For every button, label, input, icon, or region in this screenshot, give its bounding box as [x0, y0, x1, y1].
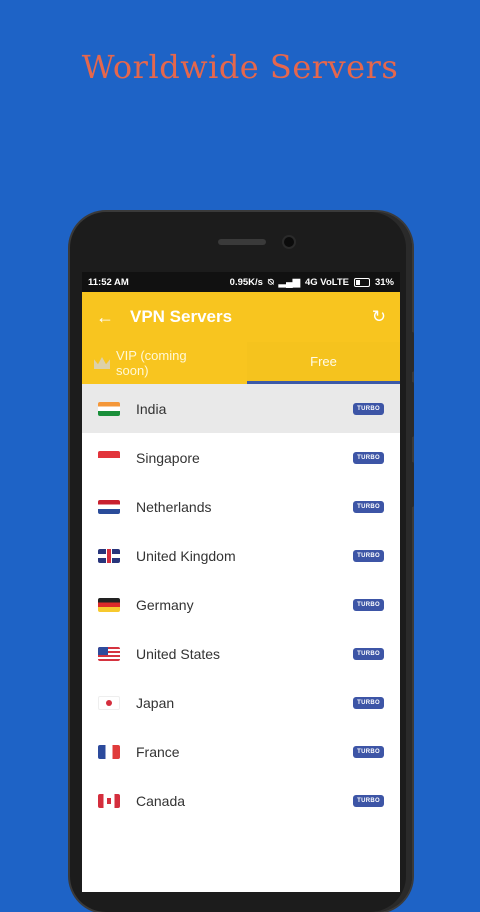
server-list: India TURBO Singapore TURBO Netherlands … — [82, 384, 400, 825]
power-button — [410, 462, 414, 507]
server-row-france[interactable]: France TURBO — [82, 727, 400, 776]
server-name: Germany — [136, 596, 194, 613]
server-tabs: VIP (coming soon) Free — [82, 342, 400, 384]
network-speed: 0.95K/s — [229, 276, 263, 288]
server-row-canada[interactable]: Canada TURBO — [82, 776, 400, 825]
server-name: Singapore — [136, 449, 200, 466]
turbo-badge: TURBO — [353, 696, 384, 709]
app-bar: ← VPN Servers ↻ — [82, 292, 400, 342]
germany-flag-icon — [98, 597, 120, 612]
server-name: United States — [136, 645, 221, 662]
tab-free-label: Free — [310, 354, 337, 369]
server-name: United Kingdom — [136, 547, 236, 564]
turbo-badge: TURBO — [353, 745, 384, 758]
server-name: France — [136, 743, 180, 760]
server-row-india[interactable]: India TURBO — [82, 384, 400, 433]
canada-flag-icon — [98, 793, 120, 808]
silent-icon: ⍉ — [267, 276, 274, 288]
page-title: VPN Servers — [130, 307, 233, 326]
front-camera — [284, 237, 294, 247]
turbo-badge: TURBO — [353, 647, 384, 660]
singapore-flag-icon — [98, 450, 120, 465]
screen: 11:52 AM 0.95K/s ⍉ ▂▄▆ 4G VoLTE 31% ← VP… — [82, 272, 400, 892]
volume-up-button — [410, 332, 414, 372]
turbo-badge: TURBO — [353, 451, 384, 464]
tab-vip-label: VIP (coming soon) — [116, 348, 187, 378]
status-bar: 11:52 AM 0.95K/s ⍉ ▂▄▆ 4G VoLTE 31% — [82, 272, 400, 292]
status-time: 11:52 AM — [88, 276, 129, 288]
server-row-germany[interactable]: Germany TURBO — [82, 580, 400, 629]
battery-icon — [353, 277, 370, 287]
netherlands-flag-icon — [98, 499, 120, 514]
india-flag-icon — [98, 401, 120, 416]
network-type: 4G VoLTE — [305, 276, 349, 288]
turbo-badge: TURBO — [353, 402, 384, 415]
tab-free[interactable]: Free — [247, 342, 400, 384]
server-name: Netherlands — [136, 498, 212, 515]
signal-icon: ▂▄▆ — [278, 276, 300, 288]
volume-down-button — [410, 382, 414, 437]
phone-frame: 11:52 AM 0.95K/s ⍉ ▂▄▆ 4G VoLTE 31% ← VP… — [70, 212, 414, 912]
turbo-badge: TURBO — [353, 500, 384, 513]
arrow-left-icon[interactable]: ← — [96, 307, 130, 328]
battery-level: 31% — [374, 276, 394, 288]
turbo-badge: TURBO — [353, 549, 384, 562]
headline: Worldwide Servers — [81, 48, 399, 86]
uk-flag-icon — [98, 548, 120, 563]
server-row-singapore[interactable]: Singapore TURBO — [82, 433, 400, 482]
turbo-badge: TURBO — [353, 598, 384, 611]
server-row-united-states[interactable]: United States TURBO — [82, 629, 400, 678]
server-row-united-kingdom[interactable]: United Kingdom TURBO — [82, 531, 400, 580]
server-row-netherlands[interactable]: Netherlands TURBO — [82, 482, 400, 531]
crown-icon — [94, 357, 110, 369]
turbo-badge: TURBO — [353, 794, 384, 807]
japan-flag-icon — [98, 695, 120, 710]
usa-flag-icon — [98, 646, 120, 661]
earpiece-speaker — [218, 239, 266, 245]
server-name: Japan — [136, 694, 175, 711]
tab-vip[interactable]: VIP (coming soon) — [82, 342, 247, 384]
refresh-icon[interactable]: ↻ — [372, 307, 386, 327]
server-row-japan[interactable]: Japan TURBO — [82, 678, 400, 727]
server-name: India — [136, 400, 167, 417]
france-flag-icon — [98, 744, 120, 759]
server-name: Canada — [136, 792, 186, 809]
